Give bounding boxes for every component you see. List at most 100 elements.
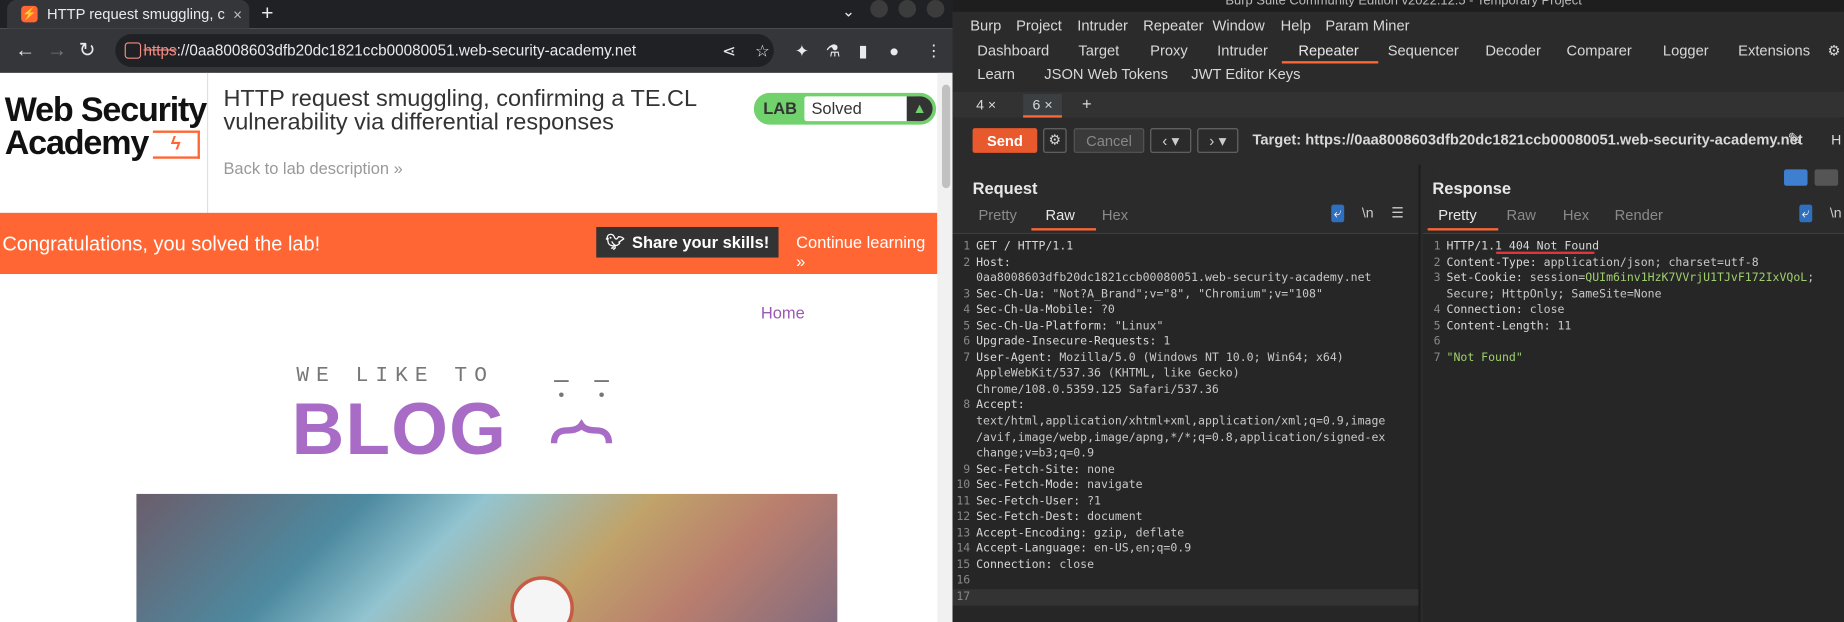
split-horizontal-icon[interactable] <box>1784 169 1808 186</box>
request-line[interactable]: 9 Sec-Fetch-Site: none <box>953 462 1420 478</box>
browser-tab[interactable]: ⚡ HTTP request smuggling, c × <box>7 0 250 29</box>
response-line[interactable]: 4 Connection: close <box>1423 302 1844 318</box>
new-tab-button[interactable]: + <box>261 1 273 26</box>
response-show-newlines-toggle[interactable]: \n <box>1830 205 1842 221</box>
back-arrow-icon[interactable]: ← <box>15 39 35 63</box>
repeater-tab-6[interactable]: 6 × <box>1023 94 1062 118</box>
response-tab-raw[interactable]: Raw <box>1506 207 1535 223</box>
tab-close-icon[interactable]: × <box>226 5 250 23</box>
split-vertical-icon[interactable] <box>1814 169 1839 186</box>
tab-logger[interactable]: Logger <box>1663 42 1709 58</box>
target-url[interactable]: Target: https://0aa8008603dfb20dc1821ccb… <box>1252 132 1802 148</box>
labs-flask-icon[interactable]: ⚗ <box>826 41 841 61</box>
menu-kebab-icon[interactable]: ⋮ <box>926 41 942 61</box>
menu-param-miner[interactable]: Param Miner <box>1325 18 1409 34</box>
request-line[interactable]: 11 Sec-Fetch-User: ?1 <box>953 494 1420 510</box>
request-line[interactable]: 15 Connection: close <box>953 557 1420 573</box>
request-line[interactable]: 2 Host: <box>953 255 1420 271</box>
request-line[interactable]: AppleWebKit/537.36 (KHTML, like Gecko) <box>953 366 1420 382</box>
tab-sequencer[interactable]: Sequencer <box>1388 42 1459 58</box>
tab-decoder[interactable]: Decoder <box>1485 42 1541 58</box>
tab-jwt-editor-keys[interactable]: JWT Editor Keys <box>1191 66 1300 82</box>
request-line[interactable]: 10 Sec-Fetch-Mode: navigate <box>953 478 1420 494</box>
request-line[interactable]: text/html,application/xhtml+xml,applicat… <box>953 414 1420 430</box>
request-line[interactable]: 5 Sec-Ch-Ua-Platform: "Linux" <box>953 318 1420 334</box>
request-line[interactable]: 8 Accept: <box>953 398 1420 414</box>
response-line[interactable]: Secure; HttpOnly; SameSite=None <box>1423 287 1844 303</box>
share-icon[interactable]: ⋖ <box>722 41 736 61</box>
request-line[interactable]: 14 Accept-Language: en-US,en;q=0.9 <box>953 541 1420 557</box>
menu-repeater[interactable]: Repeater <box>1143 18 1203 34</box>
request-line[interactable]: /avif,image/webp,image/apng,*/*;q=0.8,ap… <box>953 430 1420 446</box>
menu-burp[interactable]: Burp <box>970 18 1001 34</box>
request-line[interactable]: 12 Sec-Fetch-Dest: document <box>953 510 1420 526</box>
close-window-button[interactable] <box>926 0 945 18</box>
add-repeater-tab-button[interactable]: + <box>1073 92 1101 116</box>
request-line[interactable]: 17 <box>952 589 1420 606</box>
profile-avatar-icon[interactable]: ● <box>889 41 899 60</box>
request-line[interactable]: 1 GET / HTTP/1.1 <box>953 239 1420 255</box>
request-tab-raw[interactable]: Raw <box>1045 207 1074 223</box>
tab-target[interactable]: Target <box>1078 42 1119 58</box>
response-line[interactable]: 6 <box>1423 334 1844 350</box>
request-line[interactable]: 0aa8008603dfb20dc1821ccb00080051.web-sec… <box>953 271 1420 287</box>
response-tab-hex[interactable]: Hex <box>1563 207 1589 223</box>
request-line[interactable]: 6 Upgrade-Insecure-Requests: 1 <box>953 334 1420 350</box>
not-secure-icon[interactable] <box>124 42 142 59</box>
request-settings-gear-icon[interactable]: ⚙ <box>1043 128 1067 153</box>
request-line[interactable]: 4 Sec-Ch-Ua-Mobile: ?0 <box>953 302 1420 318</box>
request-line[interactable]: 3 Sec-Ch-Ua: "Not?A_Brand";v="8", "Chromi… <box>953 287 1420 303</box>
history-back-button[interactable]: ‹ ▾ <box>1150 128 1192 153</box>
response-code[interactable]: 1 HTTP/1.1 404 Not Found 2 Content-Type: ap… <box>1423 239 1844 366</box>
maximize-button[interactable] <box>898 0 917 18</box>
cancel-button[interactable]: Cancel <box>1073 128 1145 153</box>
tab-intruder[interactable]: Intruder <box>1217 42 1268 58</box>
response-line[interactable]: 2 Content-Type: application/json; charset… <box>1423 255 1844 271</box>
forward-arrow-icon[interactable]: → <box>47 39 67 63</box>
extensions-puzzle-icon[interactable]: ✦ <box>795 41 809 61</box>
response-line[interactable]: 7 "Not Found" <box>1423 350 1844 366</box>
continue-learning-link[interactable]: Continue learning » <box>796 233 937 271</box>
pane-divider[interactable] <box>1418 164 1421 622</box>
http-version-toggle[interactable]: H <box>1831 132 1841 148</box>
tab-proxy[interactable]: Proxy <box>1150 42 1188 58</box>
response-line[interactable]: 3 Set-Cookie: session=QUIm6inv1HzK7VVrjU1… <box>1423 271 1844 287</box>
tab-repeater[interactable]: Repeater <box>1298 42 1358 58</box>
request-code[interactable]: 1 GET / HTTP/1.1 2 Host: 0aa8008603dfb20dc18… <box>952 239 1420 606</box>
share-skills-button[interactable]: 🐦︎ Share your skills! <box>596 226 779 258</box>
pane-menu-icon[interactable]: ☰ <box>1391 205 1404 221</box>
request-line[interactable]: 16 <box>953 573 1420 589</box>
tab-extensions[interactable]: Extensions <box>1738 42 1810 58</box>
request-line[interactable]: 13 Accept-Encoding: gzip, deflate <box>953 525 1420 541</box>
request-editor[interactable]: 1 GET / HTTP/1.1 2 Host: 0aa8008603dfb20dc18… <box>952 232 1420 622</box>
minimize-button[interactable] <box>870 0 888 18</box>
request-tab-hex[interactable]: Hex <box>1102 207 1128 223</box>
address-bar[interactable]: https://0aa8008603dfb20dc1821ccb00080051… <box>115 34 774 68</box>
word-wrap-icon[interactable]: ⤶ <box>1331 204 1344 223</box>
menu-project[interactable]: Project <box>1016 18 1062 34</box>
reload-icon[interactable]: ↻ <box>79 39 96 63</box>
tab-json-web-tokens[interactable]: JSON Web Tokens <box>1044 66 1168 82</box>
bookmark-star-icon[interactable]: ☆ <box>755 41 770 61</box>
response-tab-render[interactable]: Render <box>1615 207 1663 223</box>
request-tab-pretty[interactable]: Pretty <box>978 207 1016 223</box>
url-text[interactable]: https://0aa8008603dfb20dc1821ccb00080051… <box>143 41 636 59</box>
menu-help[interactable]: Help <box>1281 18 1311 34</box>
tab-dashboard[interactable]: Dashboard <box>977 42 1049 58</box>
response-word-wrap-icon[interactable]: ⤶ <box>1799 204 1812 223</box>
menu-intruder[interactable]: Intruder <box>1077 18 1128 34</box>
tab-search-icon[interactable]: ⌄ <box>842 2 855 21</box>
settings-gear-icon[interactable]: ⚙ <box>1828 41 1841 58</box>
history-forward-button[interactable]: › ▾ <box>1197 128 1239 153</box>
tab-comparer[interactable]: Comparer <box>1566 42 1631 58</box>
response-tab-pretty[interactable]: Pretty <box>1438 207 1476 223</box>
send-button[interactable]: Send <box>972 128 1038 153</box>
page-scrollbar-thumb[interactable] <box>941 84 951 189</box>
tab-learn[interactable]: Learn <box>977 66 1015 82</box>
side-panel-icon[interactable]: ▮ <box>858 41 867 61</box>
show-newlines-toggle[interactable]: \n <box>1362 205 1374 221</box>
request-line[interactable]: change;v=b3;q=0.9 <box>953 446 1420 462</box>
response-line[interactable]: 1 HTTP/1.1 404 Not Found <box>1423 239 1844 255</box>
menu-window[interactable]: Window <box>1212 18 1264 34</box>
response-line[interactable]: 5 Content-Length: 11 <box>1423 318 1844 334</box>
